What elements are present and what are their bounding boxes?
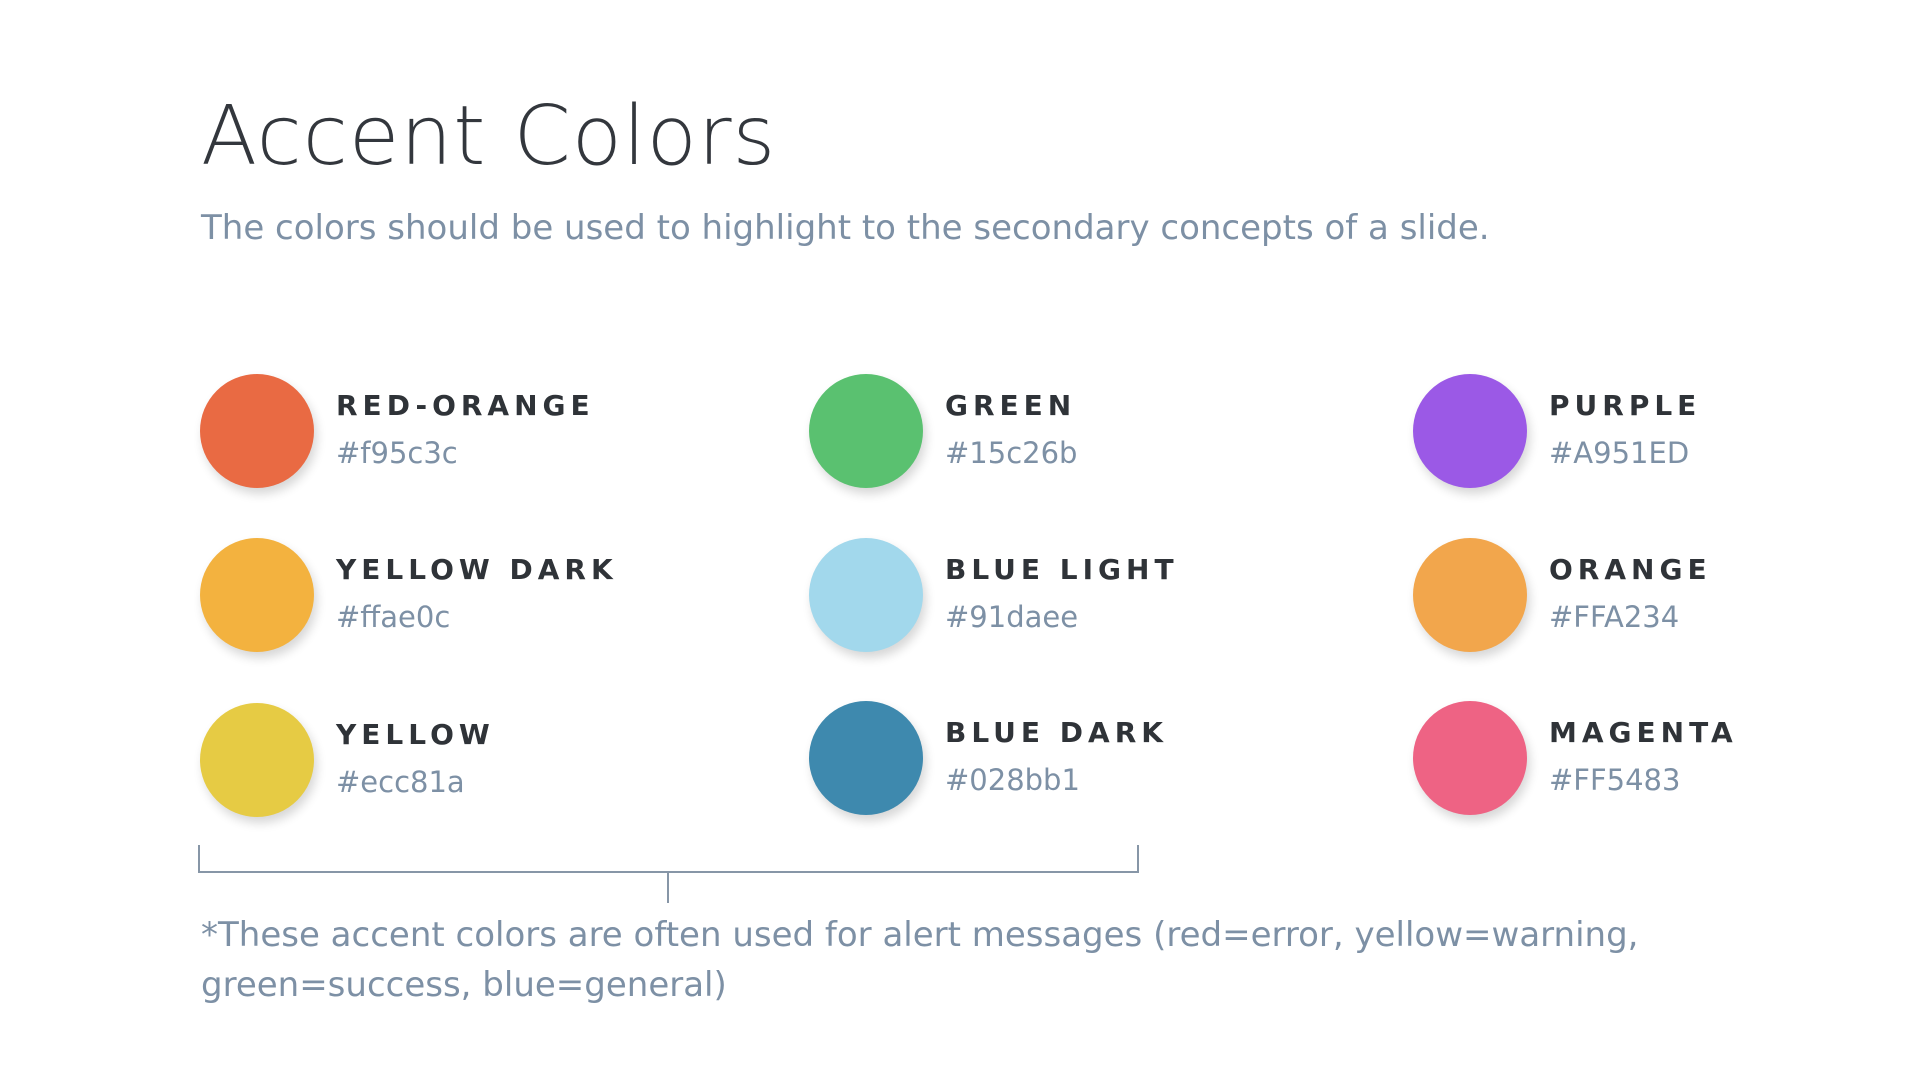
swatch-name: MAGENTA (1549, 716, 1738, 749)
swatch-hex: #A951ED (1549, 436, 1690, 470)
swatch-hex: #f95c3c (336, 436, 458, 470)
swatch-green: GREEN #15c26b (809, 374, 1429, 504)
swatch-name: PURPLE (1549, 389, 1702, 422)
swatch-hex: #FF5483 (1549, 763, 1681, 797)
swatch-hex: #91daee (945, 600, 1079, 634)
swatch-name: GREEN (945, 389, 1077, 422)
color-circle (809, 538, 923, 652)
grouping-bracket (198, 845, 1139, 903)
swatch-magenta: MAGENTA #FF5483 (1413, 701, 1920, 831)
swatch-blue-light: BLUE LIGHT #91daee (809, 538, 1429, 668)
swatch-hex: #028bb1 (945, 763, 1080, 797)
swatch-name: BLUE LIGHT (945, 553, 1179, 586)
color-circle (1413, 374, 1527, 488)
swatch-hex: #ecc81a (336, 765, 465, 799)
color-circle (1413, 538, 1527, 652)
swatch-yellow-dark: YELLOW DARK #ffae0c (200, 538, 820, 668)
swatch-blue-dark: BLUE DARK #028bb1 (809, 701, 1429, 831)
color-circle (200, 703, 314, 817)
color-circle (809, 701, 923, 815)
swatch-name: YELLOW (336, 718, 495, 751)
swatch-yellow: YELLOW #ecc81a (200, 703, 820, 833)
footnote: *These accent colors are often used for … (201, 915, 1639, 1005)
page-title: Accent Colors (201, 89, 777, 184)
swatch-name: RED-ORANGE (336, 389, 595, 422)
color-circle (1413, 701, 1527, 815)
swatch-orange: ORANGE #FFA234 (1413, 538, 1920, 668)
color-circle (200, 374, 314, 488)
swatch-name: YELLOW DARK (336, 553, 618, 586)
bracket-line (198, 845, 1139, 903)
swatch-purple: PURPLE #A951ED (1413, 374, 1920, 504)
color-circle (809, 374, 923, 488)
page-subtitle: The colors should be used to highlight t… (201, 208, 1490, 248)
swatch-name: ORANGE (1549, 553, 1712, 586)
slide: Accent Colors The colors should be used … (0, 0, 1920, 1080)
color-circle (200, 538, 314, 652)
swatch-name: BLUE DARK (945, 716, 1168, 749)
swatch-hex: #ffae0c (336, 600, 451, 634)
swatch-red-orange: RED-ORANGE #f95c3c (200, 374, 820, 504)
swatch-hex: #FFA234 (1549, 600, 1680, 634)
swatch-hex: #15c26b (945, 436, 1078, 470)
